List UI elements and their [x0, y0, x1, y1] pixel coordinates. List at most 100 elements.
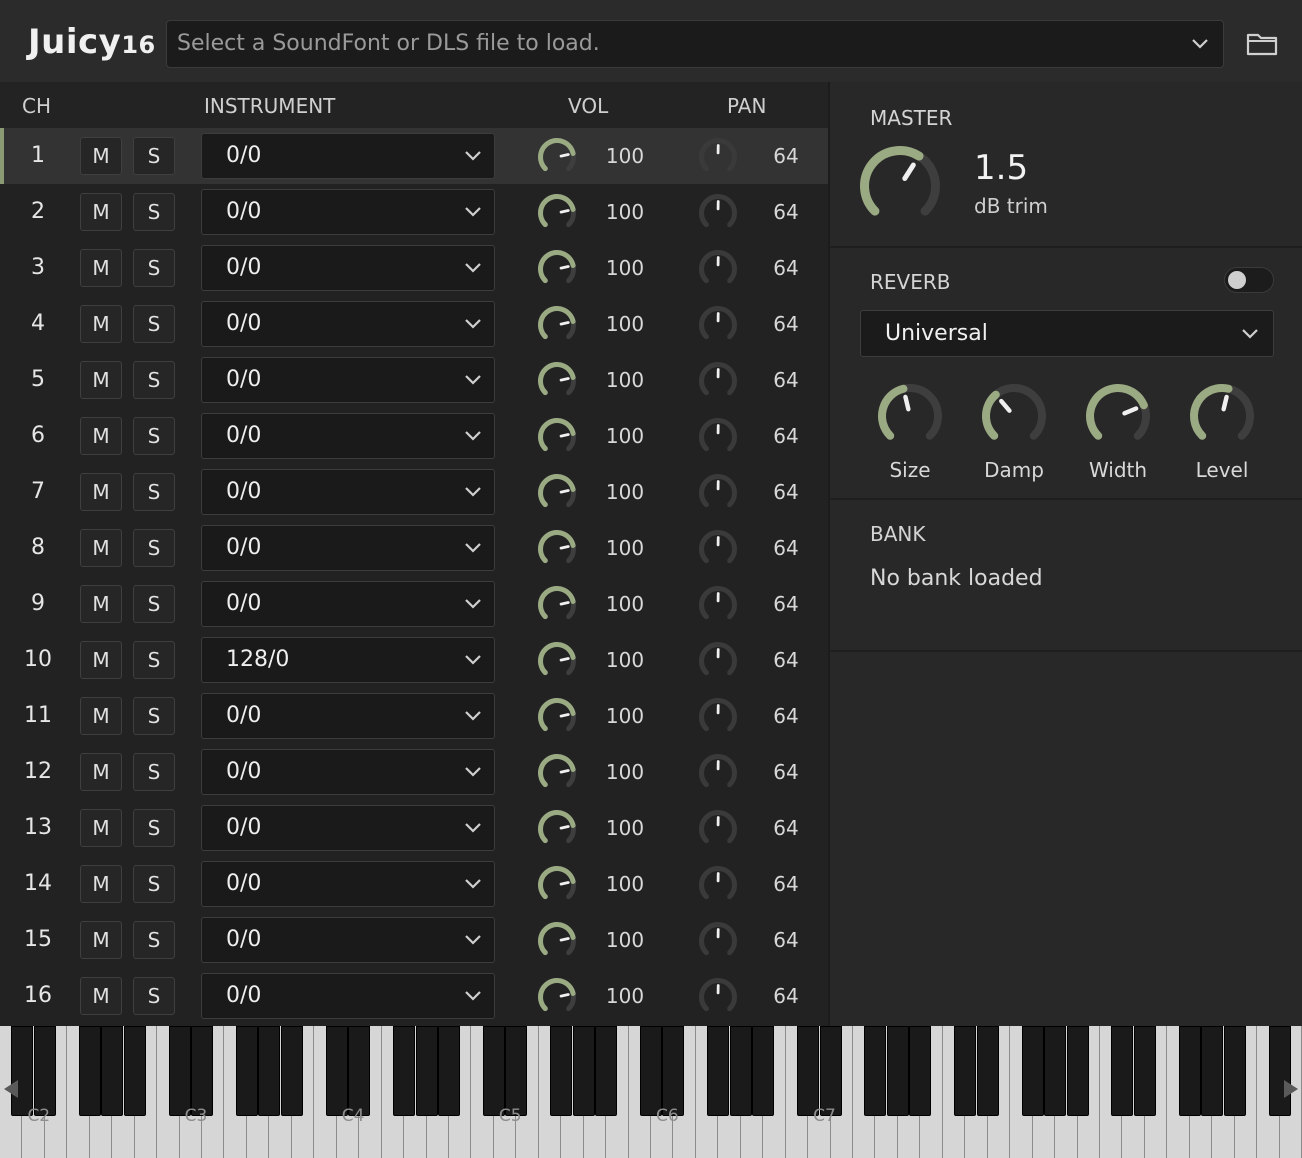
channel-row[interactable]: 6 M S 0/0 100 64 [0, 408, 828, 464]
mute-button[interactable]: M [80, 473, 122, 511]
black-key[interactable] [909, 1026, 932, 1116]
black-key[interactable] [1178, 1026, 1201, 1116]
pan-knob[interactable] [697, 920, 739, 962]
black-key[interactable] [393, 1026, 416, 1116]
pan-knob[interactable] [697, 304, 739, 346]
black-key[interactable] [976, 1026, 999, 1116]
black-key[interactable] [280, 1026, 303, 1116]
black-key[interactable] [258, 1026, 281, 1116]
black-key[interactable] [1133, 1026, 1156, 1116]
black-key[interactable] [168, 1026, 191, 1116]
knob-dial[interactable] [1084, 382, 1152, 450]
volume-knob[interactable] [536, 528, 578, 570]
black-key[interactable] [33, 1026, 56, 1116]
mute-button[interactable]: M [80, 249, 122, 287]
pan-knob[interactable] [697, 752, 739, 794]
instrument-select[interactable]: 128/0 [201, 637, 495, 683]
folder-icon[interactable] [1244, 26, 1280, 62]
mute-button[interactable]: M [80, 137, 122, 175]
volume-knob[interactable] [536, 584, 578, 626]
instrument-select[interactable]: 0/0 [201, 245, 495, 291]
black-key[interactable] [1066, 1026, 1089, 1116]
instrument-select[interactable]: 0/0 [201, 805, 495, 851]
solo-button[interactable]: S [133, 417, 175, 455]
black-key[interactable] [886, 1026, 909, 1116]
mute-button[interactable]: M [80, 417, 122, 455]
solo-button[interactable]: S [133, 249, 175, 287]
solo-button[interactable]: S [133, 921, 175, 959]
volume-knob[interactable] [536, 136, 578, 178]
instrument-select[interactable]: 0/0 [201, 189, 495, 235]
volume-knob[interactable] [536, 192, 578, 234]
black-key[interactable] [101, 1026, 124, 1116]
black-key[interactable] [1111, 1026, 1134, 1116]
black-key[interactable] [729, 1026, 752, 1116]
pan-knob[interactable] [697, 976, 739, 1018]
black-key[interactable] [1268, 1026, 1291, 1116]
mute-button[interactable]: M [80, 193, 122, 231]
volume-knob[interactable] [536, 360, 578, 402]
solo-button[interactable]: S [133, 473, 175, 511]
volume-knob[interactable] [536, 808, 578, 850]
volume-knob[interactable] [536, 976, 578, 1018]
instrument-select[interactable]: 0/0 [201, 357, 495, 403]
pan-knob[interactable] [697, 528, 739, 570]
solo-button[interactable]: S [133, 193, 175, 231]
pan-knob[interactable] [697, 136, 739, 178]
solo-button[interactable]: S [133, 809, 175, 847]
black-key[interactable] [78, 1026, 101, 1116]
pan-knob[interactable] [697, 472, 739, 514]
arrow-left-icon[interactable] [4, 1080, 18, 1098]
solo-button[interactable]: S [133, 585, 175, 623]
reverb-knob-width[interactable]: Width [1078, 382, 1158, 482]
mute-button[interactable]: M [80, 809, 122, 847]
piano-keyboard[interactable] [0, 1026, 1302, 1158]
solo-button[interactable]: S [133, 361, 175, 399]
instrument-select[interactable]: 0/0 [201, 413, 495, 459]
channel-row[interactable]: 14 M S 0/0 100 64 [0, 856, 828, 912]
black-key[interactable] [640, 1026, 662, 1116]
pan-knob[interactable] [697, 584, 739, 626]
black-key[interactable] [437, 1026, 460, 1116]
channel-row[interactable]: 7 M S 0/0 100 64 [0, 464, 828, 520]
instrument-select[interactable]: 0/0 [201, 917, 495, 963]
knob-dial[interactable] [876, 382, 944, 450]
master-knob[interactable] [858, 144, 942, 228]
black-key[interactable] [1201, 1026, 1224, 1116]
arrow-right-icon[interactable] [1284, 1080, 1298, 1098]
mute-button[interactable]: M [80, 361, 122, 399]
instrument-select[interactable]: 0/0 [201, 973, 495, 1019]
instrument-select[interactable]: 0/0 [201, 861, 495, 907]
reverb-toggle[interactable] [1224, 267, 1274, 293]
pan-knob[interactable] [697, 360, 739, 402]
black-key[interactable] [235, 1026, 258, 1116]
reverb-preset-select[interactable]: Universal [860, 310, 1274, 357]
volume-knob[interactable] [536, 304, 578, 346]
knob-dial[interactable] [980, 382, 1048, 450]
volume-knob[interactable] [536, 864, 578, 906]
solo-button[interactable]: S [133, 529, 175, 567]
channel-row[interactable]: 1 M S 0/0 100 64 [0, 128, 828, 184]
channel-row[interactable]: 2 M S 0/0 100 64 [0, 184, 828, 240]
black-key[interactable] [191, 1026, 214, 1116]
black-key[interactable] [11, 1026, 34, 1116]
volume-knob[interactable] [536, 920, 578, 962]
pan-knob[interactable] [697, 696, 739, 738]
reverb-knob-damp[interactable]: Damp [974, 382, 1054, 482]
black-key[interactable] [864, 1026, 887, 1116]
black-key[interactable] [123, 1026, 146, 1116]
black-key[interactable] [348, 1026, 371, 1116]
reverb-knob-size[interactable]: Size [870, 382, 950, 482]
channel-row[interactable]: 13 M S 0/0 100 64 [0, 800, 828, 856]
black-key[interactable] [1044, 1026, 1067, 1116]
instrument-select[interactable]: 0/0 [201, 469, 495, 515]
mute-button[interactable]: M [80, 977, 122, 1015]
pan-knob[interactable] [697, 808, 739, 850]
solo-button[interactable]: S [133, 641, 175, 679]
solo-button[interactable]: S [133, 137, 175, 175]
black-key[interactable] [595, 1026, 618, 1116]
solo-button[interactable]: S [133, 753, 175, 791]
black-key[interactable] [707, 1026, 730, 1116]
black-key[interactable] [1021, 1026, 1044, 1116]
channel-row[interactable]: 3 M S 0/0 100 64 [0, 240, 828, 296]
